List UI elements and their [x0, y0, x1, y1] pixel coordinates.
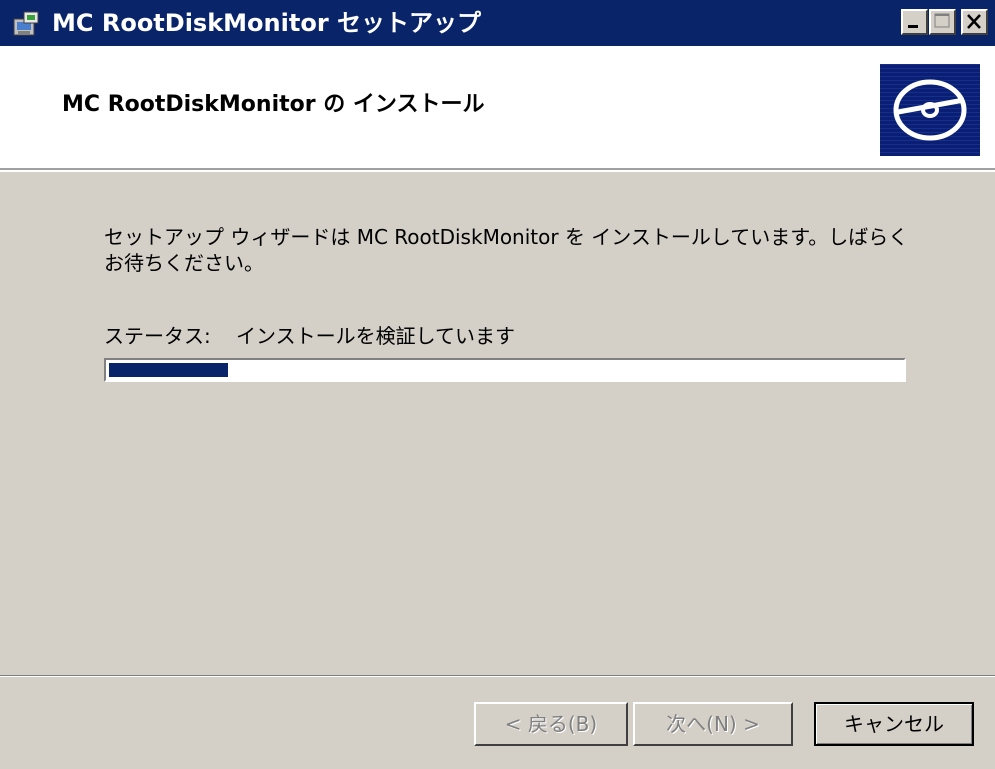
header-banner: MC RootDiskMonitor の インストール	[0, 46, 995, 170]
back-button[interactable]: < 戻る(B)	[474, 702, 628, 746]
maximize-button[interactable]	[929, 9, 956, 35]
description-text: セットアップ ウィザードは MC RootDiskMonitor を インストー…	[104, 225, 909, 275]
title-bar[interactable]: MC RootDiskMonitor セットアップ	[0, 0, 995, 46]
progress-bar	[104, 358, 906, 382]
status-value: インストールを検証しています	[236, 324, 515, 348]
page-title: MC RootDiskMonitor の インストール	[62, 92, 485, 117]
close-icon	[967, 14, 981, 29]
installer-icon	[12, 9, 42, 39]
status-label: ステータス:	[104, 324, 211, 348]
cancel-button[interactable]: キャンセル	[814, 702, 974, 746]
close-button[interactable]	[961, 9, 988, 35]
minimize-button[interactable]	[901, 9, 928, 35]
footer-divider-highlight	[0, 676, 995, 677]
setup-window: MC RootDiskMonitor セットアップ MC RootDiskMon…	[0, 0, 995, 769]
disk-icon	[880, 64, 980, 156]
maximize-icon	[934, 13, 950, 28]
minimize-icon	[908, 25, 918, 28]
next-button[interactable]: 次へ(N) >	[633, 702, 793, 746]
header-divider	[0, 170, 995, 172]
window-title: MC RootDiskMonitor セットアップ	[52, 9, 482, 37]
progress-fill	[109, 363, 228, 377]
